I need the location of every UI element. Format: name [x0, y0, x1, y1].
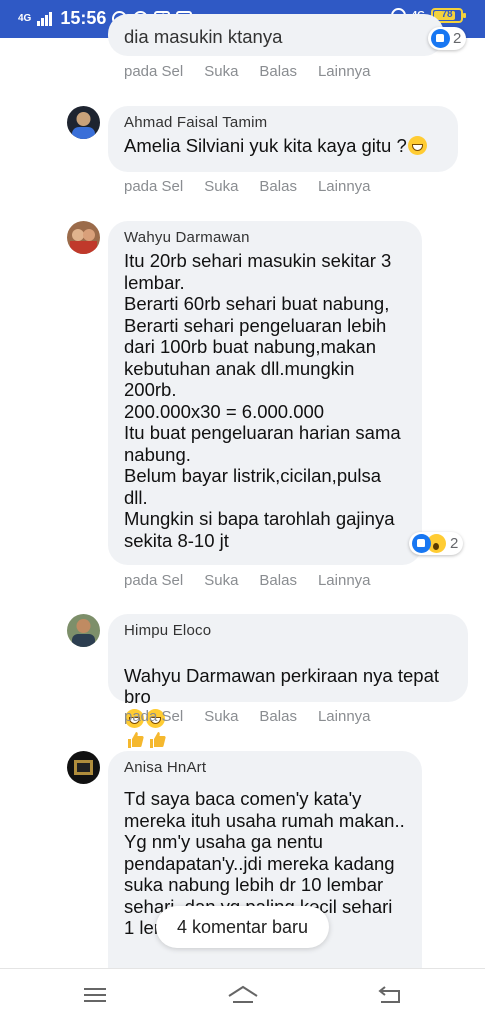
thumbs-up-emoji-icon	[128, 732, 144, 748]
comment-actions: pada Sel Suka Balas Lainnya	[124, 178, 371, 195]
comment-author[interactable]: Himpu Eloco	[124, 622, 452, 639]
like-button[interactable]: Suka	[204, 572, 238, 589]
comment-time[interactable]: pada Sel	[124, 178, 183, 195]
comment-time[interactable]: pada Sel	[124, 63, 183, 80]
avatar[interactable]	[67, 106, 100, 139]
comment-author[interactable]: Anisa HnArt	[124, 759, 406, 776]
reaction-summary[interactable]: 2	[409, 532, 464, 555]
comment-author[interactable]: Wahyu Darmawan	[124, 229, 406, 246]
menu-icon[interactable]	[81, 983, 109, 1007]
reply-button[interactable]: Balas	[259, 63, 297, 80]
like-button[interactable]: Suka	[204, 708, 238, 725]
comment-author[interactable]: Ahmad Faisal Tamim	[124, 114, 442, 131]
more-button[interactable]: Lainnya	[318, 572, 371, 589]
comment-text: dia masukin ktanya	[124, 26, 283, 47]
new-comments-button[interactable]: 4 komentar baru	[156, 906, 329, 948]
like-reaction-icon	[412, 534, 431, 553]
like-reaction-icon	[431, 29, 450, 48]
comment-actions: pada Sel Suka Balas Lainnya	[124, 63, 371, 80]
avatar[interactable]	[67, 614, 100, 647]
avatar[interactable]	[67, 751, 100, 784]
comment-text-content: Amelia Silviani yuk kita kaya gitu ?	[124, 135, 407, 156]
comment-text-content: Wahyu Darmawan perkiraan nya tepat bro	[124, 664, 439, 708]
comment-bubble[interactable]: Himpu Eloco Wahyu Darmawan perkiraan nya…	[108, 614, 468, 772]
clock: 15:56	[60, 8, 107, 28]
more-button[interactable]: Lainnya	[318, 708, 371, 725]
grinning-emoji-icon	[407, 136, 427, 155]
like-button[interactable]: Suka	[204, 178, 238, 195]
more-button[interactable]: Lainnya	[318, 178, 371, 195]
thumbs-up-emoji-icon	[150, 732, 166, 748]
comment-actions: pada Sel Suka Balas Lainnya	[124, 572, 371, 589]
comment-time[interactable]: pada Sel	[124, 708, 183, 725]
signal-bars-icon	[37, 11, 53, 26]
reply-button[interactable]: Balas	[259, 708, 297, 725]
avatar[interactable]	[67, 221, 100, 254]
comment-bubble[interactable]: Wahyu Darmawan Itu 20rb sehari masukin s…	[108, 221, 422, 565]
comment-text: Itu 20rb sehari masukin sekitar 3 lembar…	[124, 250, 401, 551]
network-type: 4G	[18, 13, 32, 24]
reaction-summary-partial[interactable]: 2	[428, 27, 467, 50]
comment-bubble-partial[interactable]: dia masukin ktanya	[108, 14, 444, 56]
reply-button[interactable]: Balas	[259, 572, 297, 589]
comment-time[interactable]: pada Sel	[124, 572, 183, 589]
home-icon[interactable]	[227, 983, 259, 1007]
comment-actions: pada Sel Suka Balas Lainnya	[124, 708, 371, 725]
reaction-count: 2	[450, 535, 459, 552]
like-button[interactable]: Suka	[204, 63, 238, 80]
more-button[interactable]: Lainnya	[318, 63, 371, 80]
signal-icon: 4G	[18, 13, 32, 24]
back-icon[interactable]	[376, 983, 404, 1007]
reaction-count: 2	[453, 30, 462, 47]
comment-text: Amelia Silviani yuk kita kaya gitu ?	[124, 135, 442, 157]
reply-button[interactable]: Balas	[259, 178, 297, 195]
navigation-bar	[0, 968, 485, 1025]
comment-bubble[interactable]: Ahmad Faisal Tamim Amelia Silviani yuk k…	[108, 106, 458, 172]
